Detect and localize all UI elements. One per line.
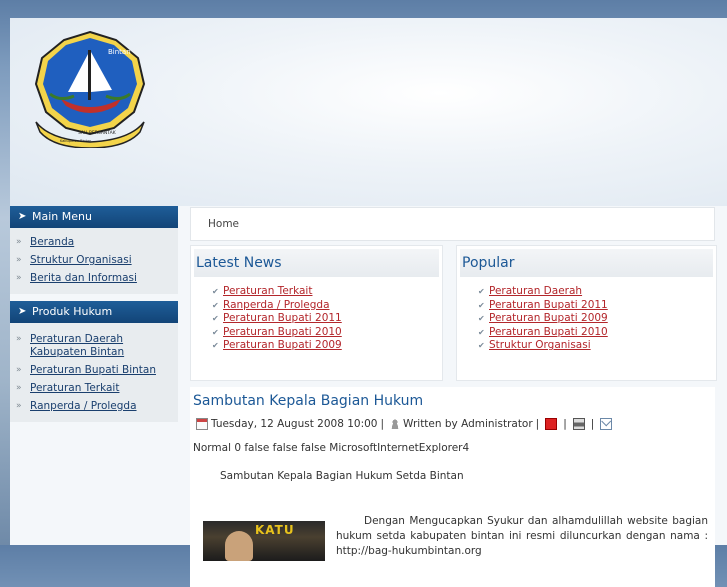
list-item[interactable]: ✔ Peraturan Bupati 2011	[478, 299, 716, 313]
article-meta: Tuesday, 12 August 2008 10:00 | Written …	[190, 415, 715, 433]
list-item[interactable]: ✔ Peraturan Bupati 2009	[478, 312, 716, 326]
menu-item-perbup[interactable]: » Peraturan Bupati Bintan	[16, 364, 172, 377]
list-item[interactable]: ✔ Peraturan Bupati 2009	[212, 339, 442, 353]
list-item[interactable]: ✔ Peraturan Daerah	[478, 285, 716, 299]
produk-hukum-menu: » Peraturan Daerah Kabupaten Bintan » Pera…	[10, 323, 178, 422]
menu-item-label: Ranperda / Prolegda	[30, 400, 137, 412]
menu-item-struktur-organisasi[interactable]: » Struktur Organisasi	[16, 254, 172, 267]
separator: |	[590, 418, 595, 430]
check-icon: ✔	[212, 314, 219, 323]
list-item[interactable]: ✔ Peraturan Terkait	[212, 285, 442, 299]
check-icon: ✔	[212, 300, 219, 310]
breadcrumb-home[interactable]: Home	[208, 218, 239, 230]
article-line-2: Sambutan Kepala Bagian Hukum Setda Binta…	[220, 470, 464, 482]
check-icon: ✔	[478, 341, 485, 350]
check-icon: ✔	[212, 287, 219, 296]
list-item[interactable]: ✔ Struktur Organisasi	[478, 339, 716, 353]
article-paragraph: Dengan Mengucapkan Syukur dan alhamdulil…	[336, 515, 708, 557]
breadcrumb: Home	[190, 207, 715, 241]
separator: |	[563, 418, 567, 430]
header: Bintan SAH BERSANTAK Kabupaten Bintan	[10, 18, 727, 206]
main-content: Home Latest News ✔ Peraturan Terkait ✔ Ran…	[190, 207, 717, 587]
article-photo: KATU	[203, 521, 325, 561]
list-item[interactable]: ✔ Peraturan Bupati 2011	[212, 312, 442, 326]
double-chevron-icon: »	[16, 334, 22, 344]
produk-hukum-header: ➤ Produk Hukum	[10, 301, 178, 323]
article-author: Written by Administrator	[403, 418, 533, 430]
menu-item-perda[interactable]: » Peraturan Daerah Kabupaten Bintan	[16, 333, 172, 359]
page: Bintan SAH BERSANTAK Kabupaten Bintan ➤ …	[10, 18, 727, 587]
logo-motto: SAH BERSANTAK	[78, 130, 117, 136]
popular-title: Popular	[460, 249, 713, 277]
popular-box: Popular ✔ Peraturan Daerah ✔ Peraturan Bup…	[456, 245, 717, 381]
menu-item-berita-informasi[interactable]: » Berita dan Informasi	[16, 272, 172, 285]
latest-news-list: ✔ Peraturan Terkait ✔ Ranperda / Prolegda …	[212, 285, 442, 353]
module-boxes: Latest News ✔ Peraturan Terkait ✔ Ranperda…	[190, 245, 717, 383]
list-item-link[interactable]: Peraturan Bupati 2011	[489, 299, 608, 311]
bintan-logo[interactable]: Bintan SAH BERSANTAK Kabupaten Bintan	[30, 28, 150, 148]
main-menu-title: Main Menu	[32, 210, 92, 223]
article: Sambutan Kepala Bagian Hukum Tuesday, 12…	[190, 387, 715, 587]
menu-item-label: Beranda	[30, 236, 75, 248]
double-chevron-icon: »	[16, 401, 22, 411]
logo-text: Bintan	[108, 48, 131, 56]
photo-person	[225, 531, 253, 561]
double-chevron-icon: »	[16, 383, 22, 393]
list-item-link[interactable]: Struktur Organisasi	[489, 339, 591, 351]
menu-item-label: Struktur Organisasi	[30, 254, 132, 266]
logo-banner: Kabupaten Bintan	[60, 139, 91, 143]
check-icon: ✔	[212, 341, 219, 350]
article-line-1: Normal 0 false false false MicrosoftInte…	[193, 442, 470, 454]
double-chevron-icon: »	[16, 273, 22, 283]
latest-news-title: Latest News	[194, 249, 439, 277]
separator: |	[535, 418, 540, 430]
main-menu-header: ➤ Main Menu	[10, 206, 178, 228]
double-chevron-icon: »	[16, 237, 22, 247]
menu-item-label: Peraturan Terkait	[30, 382, 120, 394]
user-icon	[390, 419, 401, 429]
menu-item-ranperda[interactable]: » Ranperda / Prolegda	[16, 400, 172, 413]
list-item-link[interactable]: Ranperda / Prolegda	[223, 299, 330, 311]
list-item[interactable]: ✔ Peraturan Bupati 2010	[478, 326, 716, 340]
photo-banner-text: KATU	[255, 523, 295, 537]
list-item[interactable]: ✔ Ranperda / Prolegda	[212, 299, 442, 313]
sidebar: ➤ Main Menu » Beranda » Struktur Organisas…	[10, 206, 178, 429]
list-item-link[interactable]: Peraturan Terkait	[223, 285, 312, 297]
produk-hukum-title: Produk Hukum	[32, 305, 113, 318]
list-item-link[interactable]: Peraturan Bupati 2009	[489, 312, 608, 324]
list-item-link[interactable]: Peraturan Bupati 2011	[223, 312, 342, 324]
list-item-link[interactable]: Peraturan Bupati 2009	[223, 339, 342, 351]
list-item[interactable]: ✔ Peraturan Bupati 2010	[212, 326, 442, 340]
menu-item-label: Peraturan Bupati Bintan	[30, 364, 156, 376]
list-item-link[interactable]: Peraturan Bupati 2010	[223, 326, 342, 338]
list-item-link[interactable]: Peraturan Daerah	[489, 285, 582, 297]
check-icon: ✔	[478, 314, 485, 323]
check-icon: ✔	[212, 327, 219, 337]
separator: |	[380, 418, 385, 430]
arrow-right-icon: ➤	[18, 211, 27, 222]
latest-news-box: Latest News ✔ Peraturan Terkait ✔ Ranperda…	[190, 245, 443, 381]
article-title[interactable]: Sambutan Kepala Bagian Hukum	[190, 387, 715, 415]
double-chevron-icon: »	[16, 365, 22, 375]
menu-item-label: Berita dan Informasi	[30, 272, 137, 284]
double-chevron-icon: »	[16, 255, 22, 265]
list-item-link[interactable]: Peraturan Bupati 2010	[489, 326, 608, 338]
arrow-right-icon: ➤	[18, 306, 27, 317]
menu-item-label: Peraturan Daerah Kabupaten Bintan	[30, 333, 125, 358]
main-menu: » Beranda » Struktur Organisasi » Berita da…	[10, 228, 178, 294]
menu-item-peraturan-terkait[interactable]: » Peraturan Terkait	[16, 382, 172, 395]
email-icon[interactable]	[600, 418, 613, 430]
check-icon: ✔	[478, 327, 485, 337]
article-date: Tuesday, 12 August 2008 10:00	[211, 418, 378, 430]
pdf-icon[interactable]	[545, 418, 558, 430]
check-icon: ✔	[478, 287, 485, 296]
popular-list: ✔ Peraturan Daerah ✔ Peraturan Bupati 2011…	[478, 285, 716, 353]
menu-item-beranda[interactable]: » Beranda	[16, 236, 172, 249]
check-icon: ✔	[478, 300, 485, 310]
print-icon[interactable]	[572, 418, 585, 430]
calendar-icon	[196, 418, 208, 430]
